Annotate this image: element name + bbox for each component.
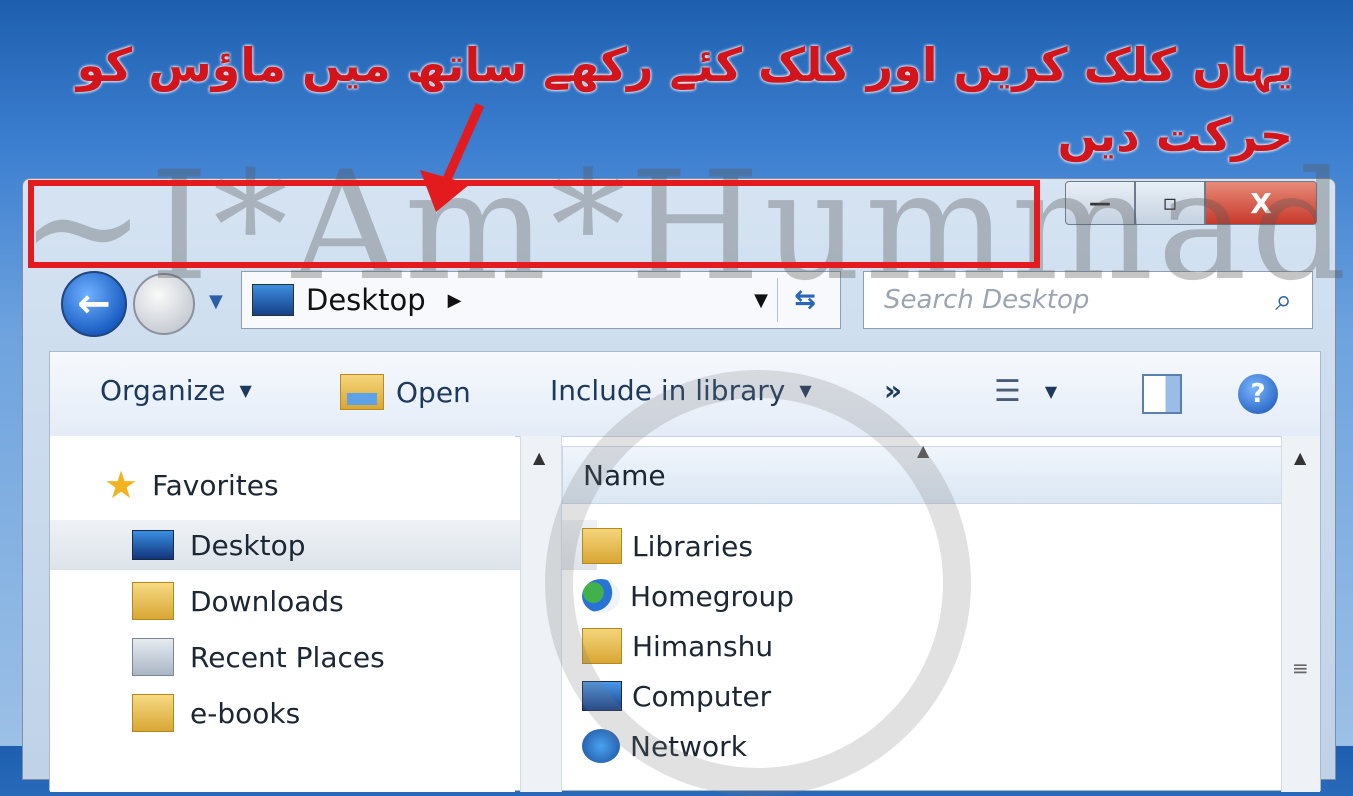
preview-pane-icon	[1142, 374, 1182, 414]
open-button[interactable]: Open	[340, 374, 471, 410]
organize-button[interactable]: Organize ▼	[100, 374, 252, 407]
dropdown-arrow-icon: ▼	[1044, 382, 1058, 401]
open-folder-icon	[340, 374, 384, 410]
sidebar-item-label: e-books	[190, 696, 301, 730]
annotation-line-1: یہاں کلک کریں اور کلک کئے رکھے ساتھ میں …	[76, 38, 1293, 92]
annotation-line-2: حرکت دیں	[1057, 108, 1293, 162]
star-icon: ★	[104, 463, 139, 507]
help-button[interactable]: ?	[1238, 374, 1278, 414]
help-icon: ?	[1238, 374, 1278, 414]
instruction-annotation: یہاں کلک کریں اور کلک کئے رکھے ساتھ میں …	[23, 30, 1293, 170]
watermark-logo	[545, 370, 971, 796]
organize-label: Organize	[100, 374, 226, 407]
more-commands-button[interactable]: »	[884, 374, 902, 407]
dropdown-arrow-icon: ▼	[239, 381, 252, 400]
downloads-folder-icon	[132, 582, 174, 620]
preview-pane-button[interactable]	[1142, 374, 1182, 414]
sidebar-item-recent-places[interactable]: Recent Places	[50, 632, 597, 682]
sidebar-item-downloads[interactable]: Downloads	[50, 576, 597, 626]
title-bar-highlight	[28, 180, 1040, 268]
open-label: Open	[396, 375, 471, 409]
change-view-button[interactable]: ☰ ▼	[994, 374, 1057, 409]
recent-places-icon	[132, 638, 174, 676]
annotation-arrow-icon	[420, 103, 485, 212]
navigation-pane: ★ Favorites Desktop Downloads Recent Pla…	[50, 436, 597, 792]
folder-icon	[132, 694, 174, 732]
scroll-up-icon[interactable]: ▲	[533, 448, 545, 467]
sidebar-item-favorites[interactable]: ★ Favorites	[50, 460, 569, 510]
scroll-up-icon[interactable]: ▲	[1294, 448, 1306, 467]
sidebar-item-label: Desktop	[190, 528, 306, 562]
sidebar-item-label: Favorites	[152, 468, 279, 502]
file-list-scrollbar[interactable]: ▲ ≡	[1281, 436, 1320, 792]
scrollbar-grip-icon[interactable]: ≡	[1292, 656, 1309, 680]
sidebar-item-label: Downloads	[190, 584, 344, 618]
sidebar-item-e-books[interactable]: e-books	[50, 688, 597, 738]
sidebar-item-desktop[interactable]: Desktop	[50, 520, 597, 570]
desktop-icon	[132, 530, 174, 560]
sidebar-item-label: Recent Places	[190, 640, 385, 674]
details-view-icon: ☰	[994, 374, 1021, 409]
